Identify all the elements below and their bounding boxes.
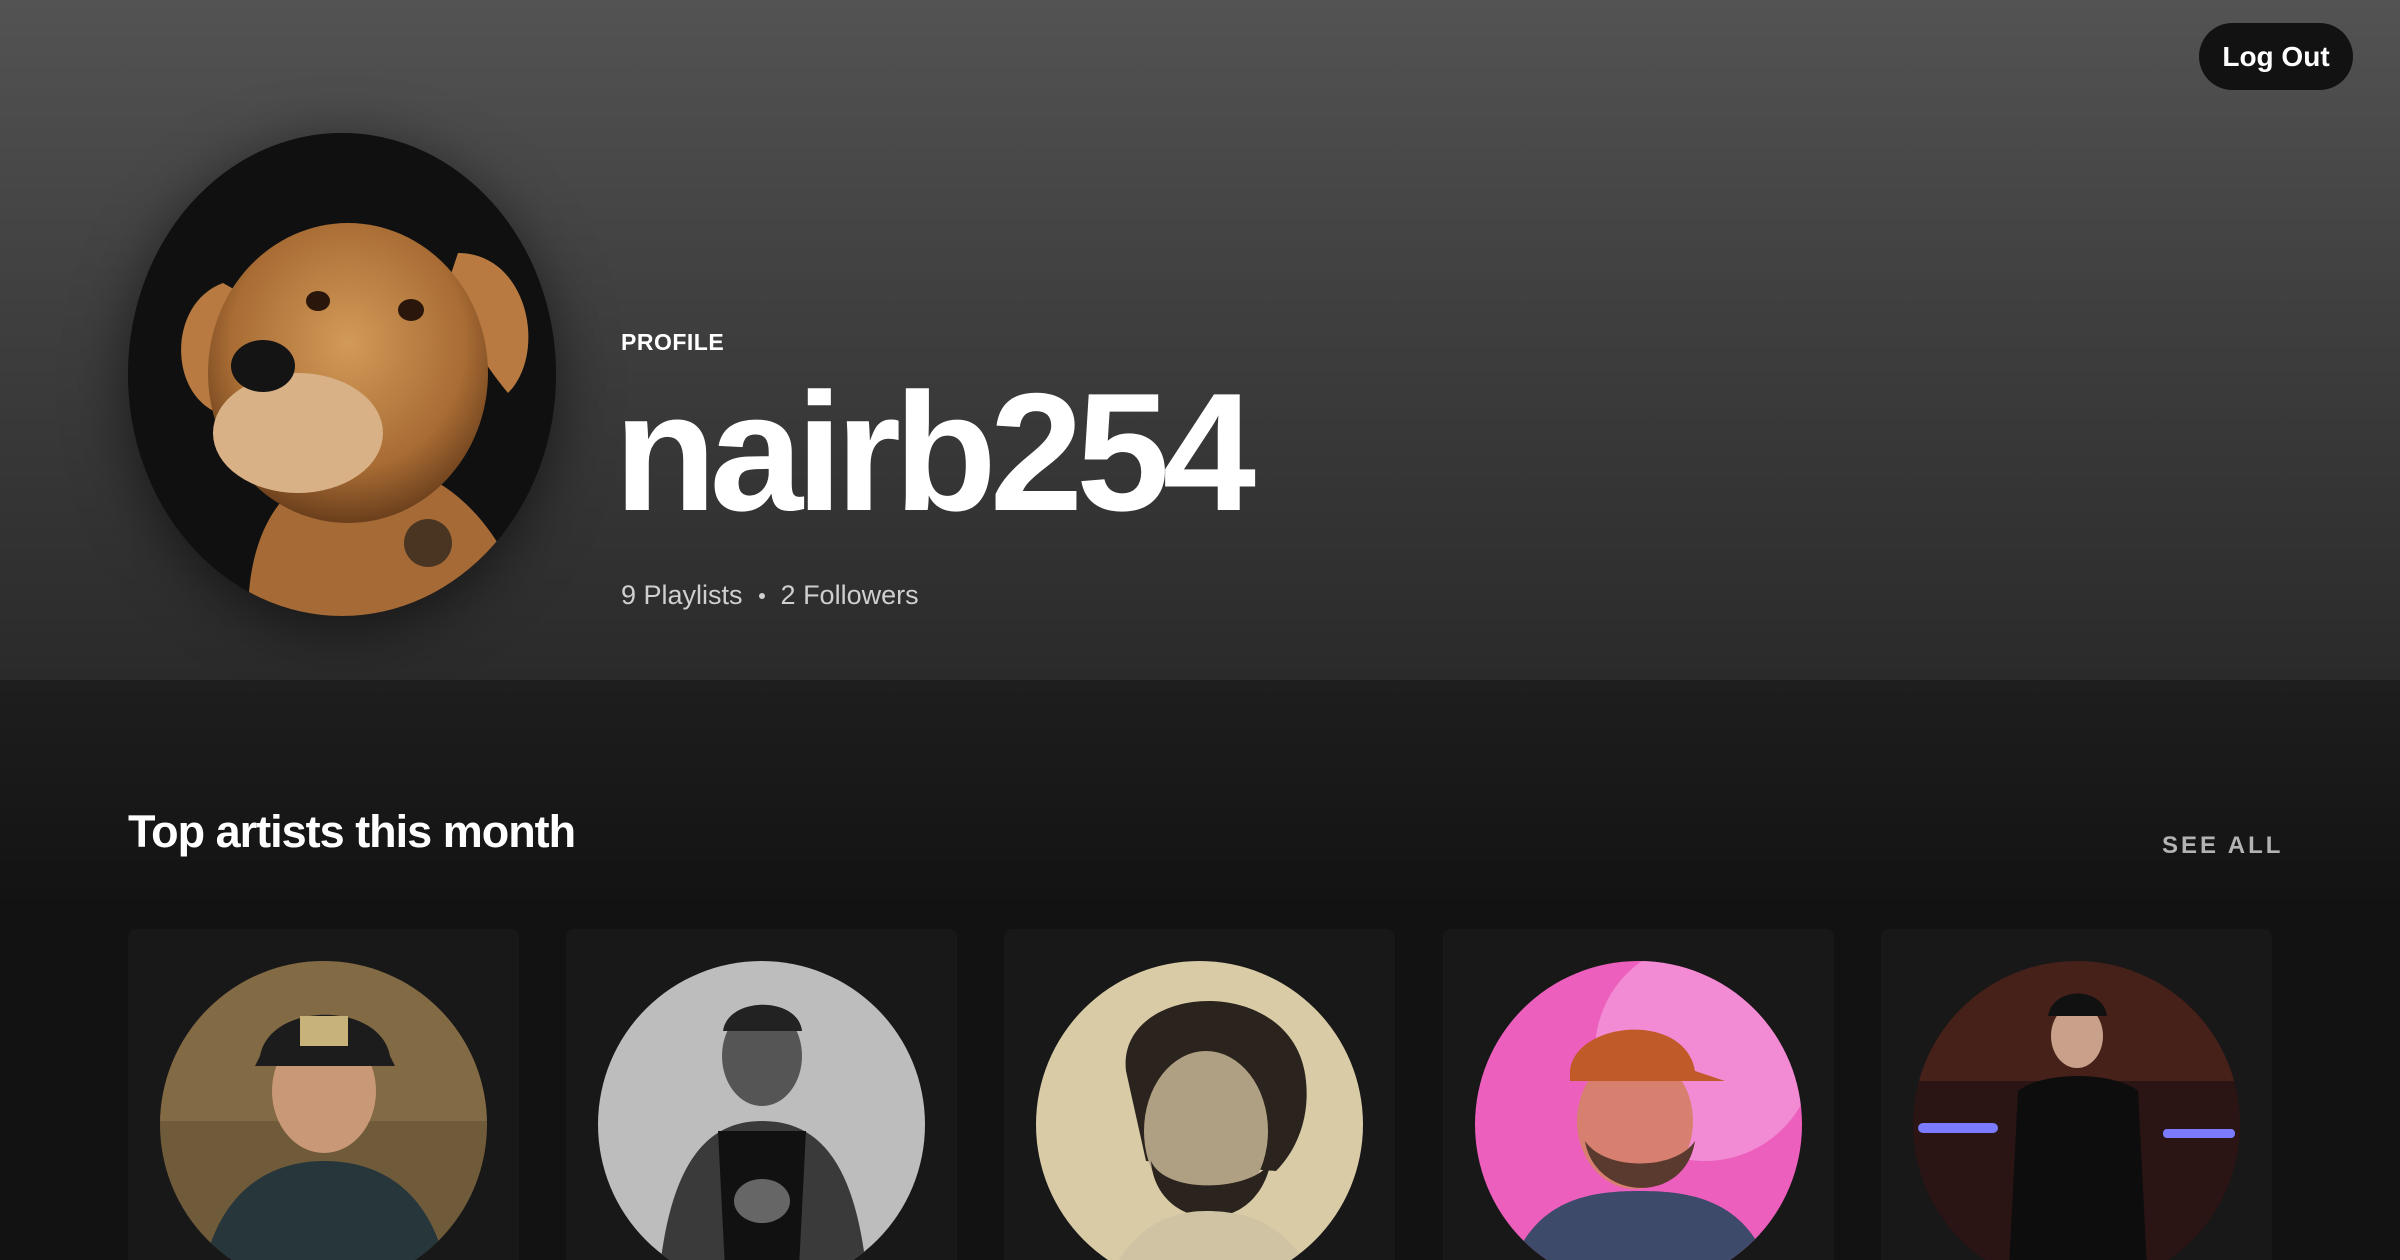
- artist-image: [1036, 961, 1363, 1260]
- artist-image: [160, 961, 487, 1260]
- artist-image: [1475, 961, 1802, 1260]
- artist-image: [598, 961, 925, 1260]
- artist-card[interactable]: [566, 929, 957, 1260]
- artist-photo-icon: [598, 961, 925, 1260]
- profile-avatar: [128, 133, 556, 616]
- profile-header: Log Out PROFILE nairb254 9 Playlists 2 F…: [0, 0, 2400, 680]
- dog-photo-icon: [128, 133, 556, 616]
- see-all-link[interactable]: SEE ALL: [2162, 832, 2283, 860]
- artist-card[interactable]: [1443, 929, 1834, 1260]
- followers-count-link[interactable]: 2 Followers: [781, 580, 919, 611]
- artist-photo-icon: [160, 961, 487, 1260]
- artist-card[interactable]: [1004, 929, 1395, 1260]
- artist-card[interactable]: [128, 929, 519, 1260]
- top-artists-row: [128, 929, 2272, 1260]
- artist-photo-icon: [1475, 961, 1802, 1260]
- playlists-count-link[interactable]: 9 Playlists: [621, 580, 743, 611]
- profile-type-label: PROFILE: [621, 329, 725, 355]
- logout-button[interactable]: Log Out: [2199, 23, 2353, 90]
- profile-username: nairb254: [614, 358, 1256, 546]
- artist-card[interactable]: [1881, 929, 2272, 1260]
- artist-image: [1913, 961, 2240, 1260]
- profile-stats: 9 Playlists 2 Followers: [621, 580, 919, 611]
- top-artists-title: Top artists this month: [128, 806, 576, 857]
- artist-photo-icon: [1913, 961, 2240, 1260]
- separator-dot-icon: [758, 592, 765, 599]
- artist-photo-icon: [1036, 961, 1363, 1260]
